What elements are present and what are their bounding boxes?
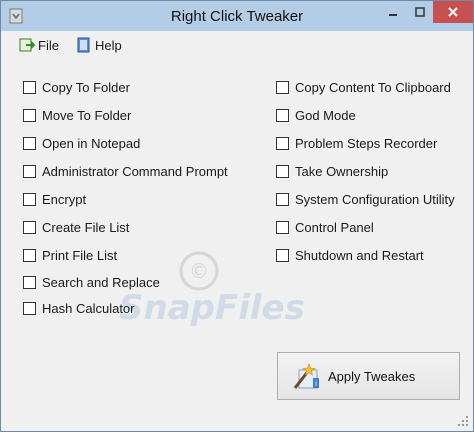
options-panel: © SnapFiles Copy To Folder Move To Folde… [1,59,473,431]
option-god-mode[interactable]: God Mode [276,107,356,123]
menu-help-label: Help [95,37,122,53]
option-label: Search and Replace [42,274,160,290]
title-bar[interactable]: Right Click Tweaker [1,1,473,31]
admin-command-prompt-checkbox[interactable] [23,164,36,178]
option-label: Copy To Folder [42,79,130,95]
option-label: God Mode [295,107,356,123]
menu-bar: File Help [1,31,473,59]
create-file-list-checkbox[interactable] [23,220,36,234]
option-label: Problem Steps Recorder [295,135,438,151]
option-shutdown-and-restart[interactable]: Shutdown and Restart [276,247,424,263]
option-admin-command-prompt[interactable]: Administrator Command Prompt [23,163,228,179]
print-file-list-checkbox[interactable] [23,248,36,262]
option-search-and-replace[interactable]: Search and Replace [23,274,160,290]
maximize-icon [415,7,425,17]
option-open-in-notepad[interactable]: Open in Notepad [23,135,140,151]
apply-tweaks-button[interactable]: i Apply Tweakes [277,352,460,400]
option-label: Hash Calculator [42,300,135,316]
menu-help[interactable]: Help [76,36,122,54]
option-label: Open in Notepad [42,135,141,151]
maximize-button[interactable] [407,1,433,23]
option-system-configuration-utility[interactable]: System Configuration Utility [276,191,455,207]
shutdown-and-restart-checkbox[interactable] [276,248,289,262]
option-label: Create File List [42,219,130,235]
resize-grip-icon[interactable] [457,415,469,427]
option-encrypt[interactable]: Encrypt [23,191,86,207]
option-label: Shutdown and Restart [295,247,424,263]
option-control-panel[interactable]: Control Panel [276,219,374,235]
svg-text:i: i [315,380,317,388]
option-label: Print File List [42,247,118,263]
minimize-button[interactable] [379,1,407,23]
menu-file-label: File [38,37,59,53]
option-label: Control Panel [295,219,374,235]
option-print-file-list[interactable]: Print File List [23,247,117,263]
option-label: Take Ownership [295,163,389,179]
magic-wand-icon: i [293,363,319,389]
option-problem-steps-recorder[interactable]: Problem Steps Recorder [276,135,437,151]
option-copy-to-folder[interactable]: Copy To Folder [23,79,130,95]
take-ownership-checkbox[interactable] [276,164,289,178]
option-label: Encrypt [42,191,87,207]
control-panel-checkbox[interactable] [276,220,289,234]
search-and-replace-checkbox[interactable] [23,275,36,289]
svg-text:SnapFiles: SnapFiles [119,288,305,328]
option-label: Administrator Command Prompt [42,163,228,179]
system-configuration-checkbox[interactable] [276,192,289,206]
close-icon [448,7,458,17]
copy-to-folder-checkbox[interactable] [23,80,36,94]
problem-steps-recorder-checkbox[interactable] [276,136,289,150]
option-copy-content-to-clipboard[interactable]: Copy Content To Clipboard [276,79,451,95]
file-menu-icon [19,38,35,52]
minimize-icon [389,14,397,16]
option-take-ownership[interactable]: Take Ownership [276,163,388,179]
app-window: Right Click Tweaker File Help © SnapFile… [0,0,474,432]
svg-text:©: © [189,259,209,283]
copy-content-checkbox[interactable] [276,80,289,94]
option-create-file-list[interactable]: Create File List [23,219,129,235]
option-label: Move To Folder [42,107,132,123]
option-hash-calculator[interactable]: Hash Calculator [23,300,135,316]
help-book-icon [77,37,90,53]
menu-file[interactable]: File [19,36,59,54]
open-in-notepad-checkbox[interactable] [23,136,36,150]
option-label: Copy Content To Clipboard [295,79,451,95]
god-mode-checkbox[interactable] [276,108,289,122]
hash-calculator-checkbox[interactable] [23,301,36,315]
apply-tweaks-label: Apply Tweakes [328,368,416,384]
close-button[interactable] [433,1,473,23]
move-to-folder-checkbox[interactable] [23,108,36,122]
encrypt-checkbox[interactable] [23,192,36,206]
option-label: System Configuration Utility [295,191,455,207]
option-move-to-folder[interactable]: Move To Folder [23,107,131,123]
